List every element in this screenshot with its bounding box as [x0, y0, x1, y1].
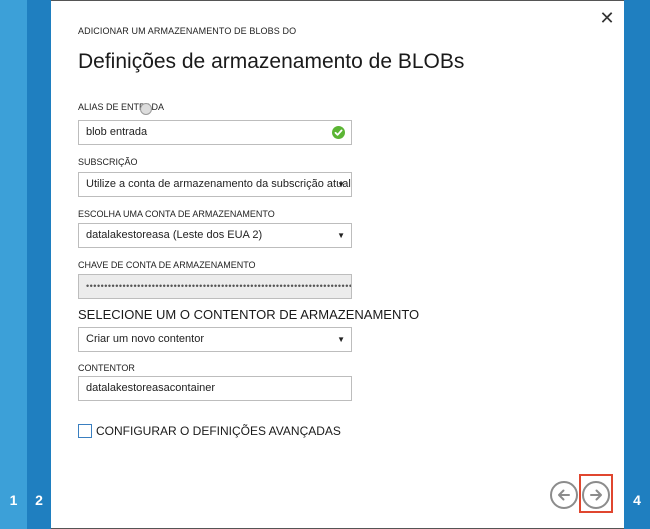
- subscription-select[interactable]: Utilize a conta de armazenamento da subs…: [78, 172, 352, 197]
- chevron-down-icon: ▼: [337, 180, 345, 189]
- arrow-left-icon: [558, 489, 570, 501]
- next-button-highlight: [579, 474, 613, 513]
- advanced-settings-checkbox[interactable]: [78, 424, 92, 438]
- dialog-supertitle: ADICIONAR UM ARMAZENAMENTO DE BLOBS DO: [78, 26, 297, 36]
- alias-input[interactable]: blob entrada: [78, 120, 352, 145]
- step-rail-1[interactable]: 1: [0, 0, 27, 529]
- subscription-label: SUBSCRIÇÃO: [78, 157, 138, 167]
- storage-account-select-value: datalakestoreasa (Leste dos EUA 2): [86, 229, 263, 241]
- storage-account-select[interactable]: datalakestoreasa (Leste dos EUA 2) ▼: [78, 223, 352, 248]
- mouse-cursor-icon: [140, 103, 152, 115]
- step-rail-2[interactable]: 2: [27, 0, 51, 529]
- step-rail-4[interactable]: 4: [624, 0, 650, 529]
- container-input-value: datalakestoreasacontainer: [86, 382, 216, 394]
- account-key-field: ••••••••••••••••••••••••••••••••••••••••…: [78, 274, 352, 299]
- back-button[interactable]: [550, 481, 578, 509]
- step-number-4: 4: [633, 492, 641, 508]
- container-select-value: Criar um novo contentor: [86, 333, 204, 345]
- alias-input-value: blob entrada: [86, 126, 148, 138]
- checkmark-icon: [332, 126, 345, 139]
- subscription-select-value: Utilize a conta de armazenamento da subs…: [86, 178, 351, 190]
- chevron-down-icon: ▼: [337, 335, 345, 344]
- account-key-value: ••••••••••••••••••••••••••••••••••••••••…: [86, 281, 352, 291]
- close-icon[interactable]: ✕: [598, 9, 616, 27]
- account-key-label: CHAVE DE CONTA DE ARMAZENAMENTO: [78, 260, 256, 270]
- advanced-settings-label[interactable]: CONFIGURAR O DEFINIÇÕES AVANÇADAS: [96, 424, 341, 438]
- page-title: Definições de armazenamento de BLOBs: [78, 50, 465, 73]
- storage-account-label: ESCOLHA UMA CONTA DE ARMAZENAMENTO: [78, 209, 275, 219]
- step-number-2: 2: [35, 492, 43, 508]
- chevron-down-icon: ▼: [337, 231, 345, 240]
- container-input[interactable]: datalakestoreasacontainer: [78, 376, 352, 401]
- container-label: CONTENTOR: [78, 363, 135, 373]
- container-select[interactable]: Criar um novo contentor ▼: [78, 327, 352, 352]
- step-number-1: 1: [9, 492, 18, 508]
- container-select-label: SELECIONE UM O CONTENTOR DE ARMAZENAMENT…: [78, 307, 420, 322]
